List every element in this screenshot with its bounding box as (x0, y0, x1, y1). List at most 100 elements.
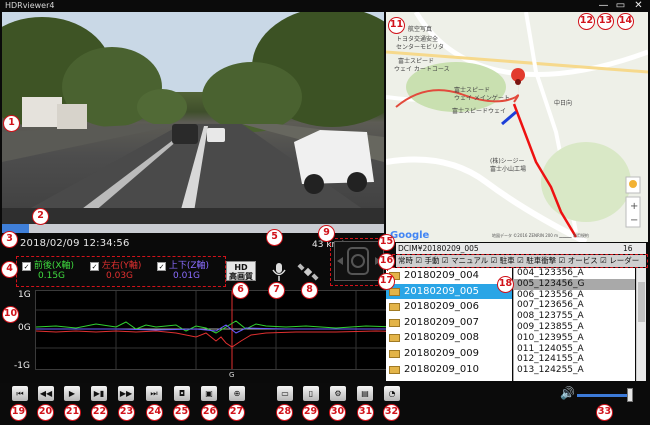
maximize-button[interactable]: ▭ (614, 0, 627, 12)
file-item[interactable]: 011_124055_A (514, 344, 635, 355)
folder-icon (389, 334, 400, 343)
callout-20: 20 (37, 404, 54, 421)
folder-item[interactable]: 20180209_010 (386, 362, 512, 378)
file-item[interactable]: 012_124155_A (514, 354, 635, 365)
hd-quality-button[interactable]: HD 高画質 (226, 261, 256, 281)
folder-path: DCIM¥20180209_005 (396, 243, 646, 254)
file-item[interactable]: 009_123855_A (514, 322, 635, 333)
callout-24: 24 (146, 404, 163, 421)
callout-23: 23 (118, 404, 135, 421)
skip-end-button[interactable]: ⏭ (146, 386, 162, 401)
step-frame-button[interactable]: ▶▮ (91, 386, 107, 401)
map-view[interactable]: + − Google 航空写真 トヨタ交通安全 センターモビリタ 富士スピード … (386, 12, 648, 242)
play-button[interactable]: ▶ (64, 386, 80, 401)
folder-item[interactable]: 20180209_004 (386, 268, 512, 284)
callout-25: 25 (173, 404, 190, 421)
callout-31: 31 (357, 404, 374, 421)
callout-29: 29 (302, 404, 319, 421)
report-button[interactable]: ▤ (357, 386, 373, 401)
file-item[interactable]: 010_123955_A (514, 333, 635, 344)
callout-10: 10 (2, 306, 19, 323)
callout-13: 13 (597, 13, 614, 30)
file-list-scrollbar[interactable] (636, 268, 646, 381)
file-item-selected[interactable]: 005_123456_G (514, 278, 635, 290)
volume-slider-thumb[interactable] (627, 388, 634, 402)
callout-5: 5 (266, 229, 283, 246)
callout-26: 26 (201, 404, 218, 421)
file-list[interactable]: 004_123356_A 005_123456_G 006_123556_A 0… (513, 268, 635, 381)
callout-28: 28 (276, 404, 293, 421)
callout-33: 33 (596, 404, 613, 421)
callout-32: 32 (383, 404, 400, 421)
folder-icon (389, 365, 400, 374)
callout-19: 19 (10, 404, 27, 421)
recording-datetime: 2018/02/09 12:34:56 (20, 238, 130, 249)
file-count: 16 (623, 244, 633, 253)
filter-callout-box (392, 254, 648, 268)
step-back-button[interactable]: ◀◀ (38, 386, 54, 401)
google-logo: Google (390, 230, 430, 241)
callout-2: 2 (32, 208, 49, 225)
callout-22: 22 (91, 404, 108, 421)
microphone-icon[interactable] (270, 262, 288, 282)
settings-button[interactable]: ⚙ (330, 386, 346, 401)
save-video-button[interactable]: ▣ (201, 386, 217, 401)
video-player[interactable] (2, 12, 384, 224)
delete-button[interactable]: ▯ (303, 386, 319, 401)
callout-16: 16 (378, 253, 395, 270)
callout-11: 11 (388, 17, 405, 34)
graph-y-mid-label: 0G (18, 323, 31, 333)
scrollbar-thumb[interactable] (638, 282, 645, 322)
svg-text:+: + (630, 201, 638, 212)
volume-icon[interactable]: 🔊 (560, 386, 575, 400)
folder-item-selected[interactable]: 20180209_005 (386, 283, 512, 300)
hd-label: HD (234, 263, 248, 272)
callout-4: 4 (1, 261, 18, 278)
file-item[interactable]: 007_123656_A (514, 300, 635, 311)
folder-item[interactable]: 20180209_009 (386, 346, 512, 362)
callout-18: 18 (497, 276, 514, 293)
map-label: 航空写真 (408, 26, 433, 33)
file-item[interactable]: 013_124255_A (514, 365, 635, 376)
file-item[interactable]: 004_123356_A (514, 268, 635, 279)
folder-item[interactable]: 20180209_006 (386, 299, 512, 315)
skip-start-button[interactable]: ⏮ (12, 386, 28, 401)
callout-1: 1 (3, 115, 20, 132)
graph-marker-label: G (229, 371, 235, 379)
callout-15: 15 (378, 234, 395, 251)
snapshot-button[interactable]: ◘ (174, 386, 190, 401)
minimize-button[interactable]: — (597, 0, 610, 12)
map-label: ウェイ メインゲート (454, 95, 510, 102)
speedometer-button[interactable]: ◔ (384, 386, 400, 401)
folder-icon (389, 303, 400, 312)
folder-list[interactable]: 20180209_004 20180209_005 20180209_006 2… (386, 268, 512, 381)
folder-icon (389, 318, 400, 327)
map-label: センターモビリタ (396, 44, 445, 51)
map-label: 中日向 (554, 100, 573, 107)
callout-3: 3 (1, 231, 18, 248)
map-label: 富士スピードウェイ (452, 108, 507, 115)
dashcam-frame (2, 12, 384, 224)
file-item[interactable]: 006_123556_A (514, 290, 635, 301)
callout-6: 6 (232, 282, 249, 299)
fast-forward-button[interactable]: ▶▶ (118, 386, 134, 401)
zoom-button[interactable]: ⊕ (229, 386, 245, 401)
folder-item[interactable]: 20180209_008 (386, 330, 512, 346)
file-item[interactable]: 008_123755_A (514, 311, 635, 322)
callout-27: 27 (228, 404, 245, 421)
app-title: HDRviewer4 (5, 1, 55, 10)
close-button[interactable]: ✕ (632, 0, 645, 12)
folder-item[interactable]: 20180209_007 (386, 315, 512, 331)
callout-9: 9 (318, 225, 335, 242)
volume-slider[interactable] (577, 394, 631, 397)
folder-icon (389, 349, 400, 358)
open-folder-button[interactable]: ▭ (277, 386, 293, 401)
callout-8: 8 (301, 282, 318, 299)
map-copyright: 地図データ ©2016 ZENRIN 200 m ▁▁▁▁ 利用規約 (492, 233, 589, 238)
svg-text:−: − (630, 215, 638, 226)
callout-14: 14 (617, 13, 634, 30)
callout-30: 30 (329, 404, 346, 421)
gps-satellite-icon (297, 263, 319, 281)
map-label: ウェイ カートコース (394, 66, 450, 73)
graph-y-bottom-label: -1G (14, 361, 30, 371)
